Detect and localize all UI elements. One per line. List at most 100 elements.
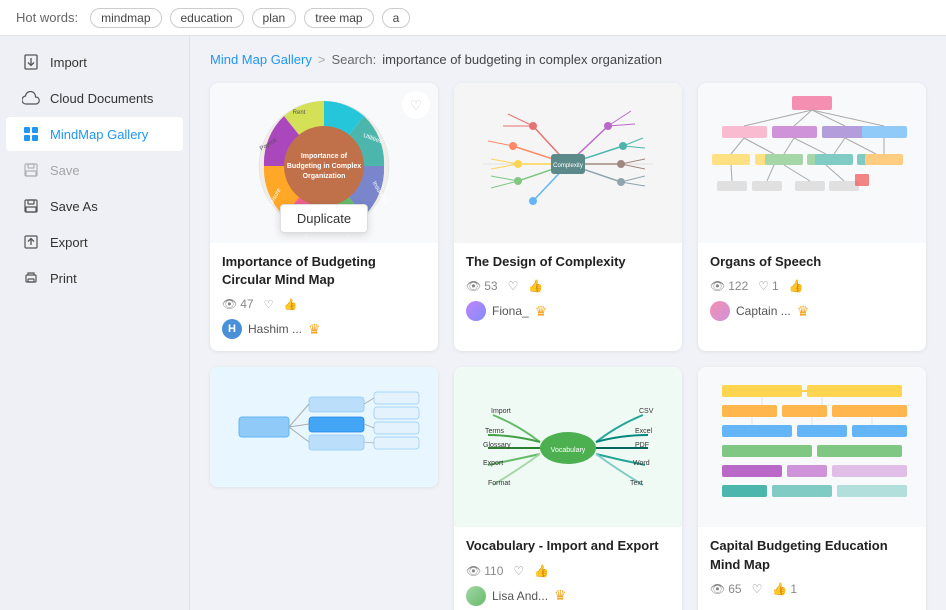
author-avatar-3	[710, 301, 730, 321]
card-author-1: H Hashim ... ♛	[222, 319, 426, 339]
sidebar-label-cloud: Cloud Documents	[50, 91, 153, 106]
card-title-1: Importance of Budgeting Circular Mind Ma…	[222, 253, 426, 289]
gallery-card-4[interactable]	[210, 367, 438, 487]
svg-text:Word: Word	[633, 460, 650, 467]
duplicate-tooltip[interactable]: Duplicate	[280, 204, 368, 233]
author-avatar-2	[466, 301, 486, 321]
tag-treemap[interactable]: tree map	[304, 8, 373, 28]
svg-text:Glossary: Glossary	[483, 442, 511, 449]
like-count-2[interactable]: ♡	[508, 279, 519, 293]
sidebar-item-cloud[interactable]: Cloud Documents	[6, 81, 183, 115]
author-avatar-1: H	[222, 319, 242, 339]
card-body-2: The Design of Complexity 👁 53 ♡ 👍 Fiona_…	[454, 243, 682, 333]
card-body-6: Capital Budgeting Education Mind Map 👁 6…	[698, 527, 926, 610]
save-icon	[22, 161, 40, 179]
breadcrumb-home[interactable]: Mind Map Gallery	[210, 52, 312, 67]
card-author-2: Fiona_ ♛	[466, 301, 670, 321]
view-count-2: 👁 53	[466, 279, 498, 293]
saveas-icon	[22, 197, 40, 215]
sidebar-item-print[interactable]: Print	[6, 261, 183, 295]
sidebar-item-save[interactable]: Save	[6, 153, 183, 187]
like-count-5[interactable]: ♡	[513, 564, 524, 578]
thumb-count-5[interactable]: 👍	[534, 564, 549, 578]
card-stats-1: 👁 47 ♡ 👍	[222, 297, 426, 311]
svg-text:Budgeting in Complex: Budgeting in Complex	[287, 163, 361, 170]
sidebar-item-gallery[interactable]: MindMap Gallery	[6, 117, 183, 151]
gallery-card-2[interactable]: Complexity The Design of Comple	[454, 83, 682, 351]
svg-text:PDF: PDF	[635, 442, 649, 449]
sidebar: Import Cloud Documents MindMap Gallery	[0, 36, 190, 610]
eye-icon-6: 👁	[710, 582, 725, 596]
sidebar-label-gallery: MindMap Gallery	[50, 127, 148, 142]
sidebar-label-export: Export	[50, 235, 88, 250]
sidebar-item-import[interactable]: Import	[6, 45, 183, 79]
card-thumbnail-1: Importance of Budgeting in Complex Organ…	[210, 83, 438, 243]
gallery-icon	[22, 125, 40, 143]
svg-text:CSV: CSV	[639, 408, 654, 415]
gallery-card-1[interactable]: Importance of Budgeting in Complex Organ…	[210, 83, 438, 351]
thumb-count-3[interactable]: 👍	[789, 279, 804, 293]
hot-words-label: Hot words:	[16, 10, 78, 25]
view-count-6: 👁 65	[710, 582, 742, 596]
card-body-5: Vocabulary - Import and Export 👁 110 ♡ 👍…	[454, 527, 682, 610]
thumb-count-1[interactable]: 👍	[283, 298, 297, 311]
card-thumbnail-6	[698, 367, 926, 527]
author-name-1: Hashim ...	[248, 322, 302, 336]
card-stats-5: 👁 110 ♡ 👍	[466, 564, 670, 578]
sidebar-label-print: Print	[50, 271, 77, 286]
card-body-1: Importance of Budgeting Circular Mind Ma…	[210, 243, 438, 351]
tag-mindmap[interactable]: mindmap	[90, 8, 161, 28]
svg-text:Rent: Rent	[293, 110, 306, 116]
vocab-svg: Vocabulary Import	[463, 370, 673, 525]
card-thumbnail-3	[698, 83, 926, 243]
sidebar-label-save: Save	[50, 163, 80, 178]
export-icon	[22, 233, 40, 251]
complexity-svg: Complexity	[463, 86, 673, 241]
view-count-5: 👁 110	[466, 564, 503, 578]
like-count-6[interactable]: ♡	[752, 582, 763, 596]
card-heart-1[interactable]: ♡	[402, 91, 430, 119]
breadcrumb: Mind Map Gallery > Search: importance of…	[210, 52, 926, 67]
thumb-count-2[interactable]: 👍	[528, 279, 543, 293]
gallery-card-5[interactable]: Vocabulary Import	[454, 367, 682, 610]
like-count-3[interactable]: ♡ 1	[758, 279, 778, 293]
card-title-5: Vocabulary - Import and Export	[466, 537, 670, 555]
svg-text:Organization: Organization	[303, 173, 346, 180]
main-layout: Import Cloud Documents MindMap Gallery	[0, 36, 946, 610]
svg-text:Export: Export	[483, 460, 503, 467]
tag-a[interactable]: a	[382, 8, 411, 28]
view-count-1: 👁 47	[222, 297, 254, 311]
crown-icon-3: ♛	[797, 303, 810, 320]
eye-icon-2: 👁	[466, 279, 481, 293]
tag-education[interactable]: education	[170, 8, 244, 28]
card-body-3: Organs of Speech 👁 122 ♡ 1 👍 Captai	[698, 243, 926, 333]
top-bar: Hot words: mindmap education plan tree m…	[0, 0, 946, 36]
svg-text:Terms: Terms	[485, 428, 505, 435]
content-area: Mind Map Gallery > Search: importance of…	[190, 36, 946, 610]
thumb-count-6[interactable]: 👍 1	[772, 582, 797, 596]
card-thumbnail-2: Complexity	[454, 83, 682, 243]
author-name-2: Fiona_	[492, 304, 529, 318]
eye-icon-5: 👁	[466, 564, 481, 578]
card-stats-6: 👁 65 ♡ 👍 1	[710, 582, 914, 596]
svg-text:Importance of: Importance of	[301, 153, 348, 160]
tag-plan[interactable]: plan	[252, 8, 297, 28]
card-stats-2: 👁 53 ♡ 👍	[466, 279, 670, 293]
heart-icon-1: ♡	[264, 298, 274, 311]
gallery-card-3[interactable]: Organs of Speech 👁 122 ♡ 1 👍 Captai	[698, 83, 926, 351]
author-name-5: Lisa And...	[492, 589, 548, 603]
gallery-card-6[interactable]: Capital Budgeting Education Mind Map 👁 6…	[698, 367, 926, 610]
card-author-5: Lisa And... ♛	[466, 586, 670, 606]
breadcrumb-query: importance of budgeting in complex organ…	[382, 52, 662, 67]
svg-text:Complexity: Complexity	[553, 163, 583, 169]
sidebar-item-export[interactable]: Export	[6, 225, 183, 259]
crown-icon-2: ♛	[535, 303, 548, 320]
sidebar-item-saveas[interactable]: Save As	[6, 189, 183, 223]
breadcrumb-search-label: Search:	[331, 52, 376, 67]
card-title-6: Capital Budgeting Education Mind Map	[710, 537, 914, 573]
eye-icon-3: 👁	[710, 279, 725, 293]
world-svg	[219, 367, 429, 487]
breadcrumb-separator: >	[318, 52, 326, 67]
like-count-1[interactable]: ♡	[264, 298, 274, 311]
print-icon	[22, 269, 40, 287]
